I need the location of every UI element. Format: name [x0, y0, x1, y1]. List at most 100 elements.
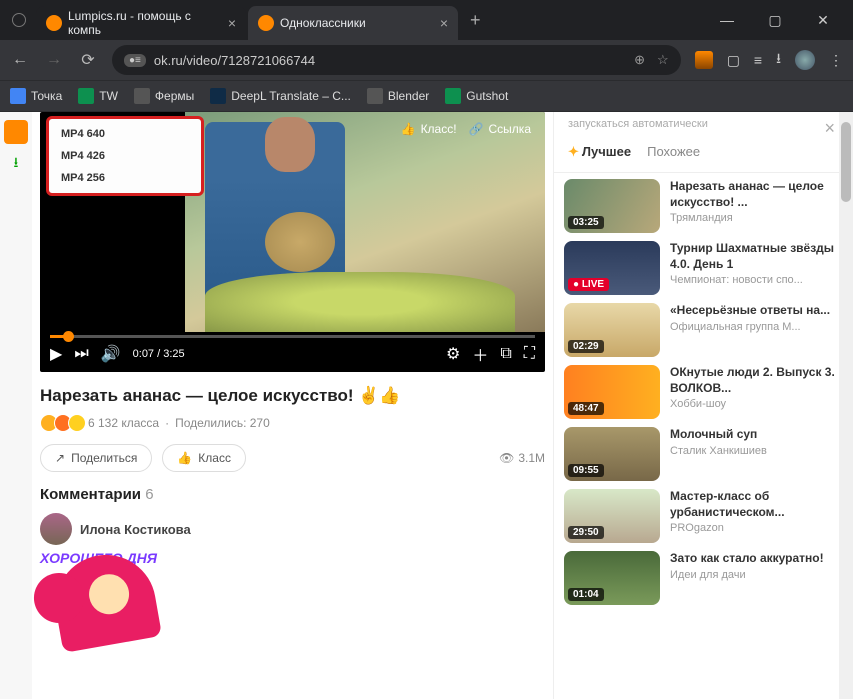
bookmark-item[interactable]: Blender	[367, 88, 429, 104]
tab-best[interactable]: ✦Лучшее	[568, 140, 631, 164]
duration-badge: 02:29	[568, 340, 604, 353]
recommendation-author: Хобби-шоу	[670, 398, 849, 410]
bookmark-item[interactable]: DeepL Translate – C...	[210, 88, 351, 104]
views-count: 👁 3.1M	[499, 451, 545, 465]
bookmark-star-icon[interactable]: ☆	[657, 52, 669, 68]
comments-header: Комментарии 6	[40, 486, 545, 503]
extension-fox-icon[interactable]	[695, 51, 713, 69]
recommendation-title: Зато как стало аккуратно!	[670, 551, 849, 567]
video-player[interactable]: 👍 Класс! 🔗 Ссылка MP4 640 MP4 426 MP4 25…	[40, 112, 545, 372]
tab-search-button[interactable]	[12, 13, 26, 27]
download-indicator-icon[interactable]: ⭳	[14, 152, 19, 176]
avatar[interactable]	[40, 513, 72, 545]
volume-button[interactable]: 🔊	[101, 344, 121, 364]
bookmark-item[interactable]: Точка	[10, 88, 62, 104]
recommendation-author: Идеи для дачи	[670, 569, 849, 581]
download-option[interactable]: MP4 640	[49, 123, 201, 145]
recommendation-title: Нарезать ананас — целое искусство! ...	[670, 179, 849, 210]
like-button[interactable]: 👍 Класс	[162, 444, 246, 472]
like-overlay-button[interactable]: 👍 Класс!	[401, 122, 457, 136]
bookmark-item[interactable]: Фермы	[134, 88, 194, 104]
downloads-icon[interactable]: ⭳	[776, 48, 781, 72]
browser-toolbar: ← → ⟳ ●≡ ok.ru/video/7128721066744 ⊕ ☆ ▢…	[0, 40, 853, 80]
recommendation-item[interactable]: 01:04 Зато как стало аккуратно! Идеи для…	[564, 551, 849, 605]
profile-avatar[interactable]	[795, 50, 815, 70]
minimize-button[interactable]: —	[713, 12, 741, 29]
close-icon[interactable]: ×	[440, 15, 448, 31]
bookmarks-bar: Точка TW Фермы DeepL Translate – C... Bl…	[0, 80, 853, 112]
video-frame	[185, 112, 545, 332]
recommendation-item[interactable]: 48:47 ОКнутые люди 2. Выпуск 3. ВОЛКОВ..…	[564, 365, 849, 419]
maximize-button[interactable]: ▢	[761, 12, 789, 29]
fullscreen-button[interactable]: ⛶	[524, 345, 535, 363]
tab-similar[interactable]: Похожее	[647, 140, 700, 164]
recommendation-author: Чемпионат: новости спо...	[670, 274, 849, 286]
extension-icon[interactable]: ≡	[754, 52, 762, 68]
close-window-button[interactable]: ✕	[809, 12, 837, 29]
thumbnail: 29:50	[564, 489, 660, 543]
recommendation-item[interactable]: 03:25 Нарезать ананас — целое искусство!…	[564, 179, 849, 233]
extension-icon[interactable]: ▢	[727, 52, 740, 69]
back-button[interactable]: ←	[10, 51, 30, 69]
play-button[interactable]: ▶	[50, 344, 62, 364]
next-button[interactable]: ⏭	[74, 345, 88, 363]
reload-button[interactable]: ⟳	[78, 50, 98, 70]
scrollbar[interactable]	[839, 112, 853, 699]
ok-logo[interactable]	[4, 120, 28, 144]
bookmark-item[interactable]: TW	[78, 88, 118, 104]
address-bar[interactable]: ●≡ ok.ru/video/7128721066744 ⊕ ☆	[112, 45, 681, 75]
recommendation-author: Трямландия	[670, 212, 849, 224]
comment-item: Илона Костикова	[40, 513, 545, 545]
thumbnail: 01:04	[564, 551, 660, 605]
settings-icon[interactable]: ⚙	[446, 344, 460, 364]
share-button[interactable]: ↗ Поделиться	[40, 444, 152, 472]
recommendations-sidebar: запускаться автоматически × ✦Лучшее Похо…	[553, 112, 853, 699]
reactions-icons[interactable]	[40, 414, 82, 432]
recommendation-item[interactable]: ● LIVE Турнир Шахматные звёзды 4.0. День…	[564, 241, 849, 295]
browser-tab[interactable]: Одноклассники ×	[248, 6, 458, 40]
pip-button[interactable]: ⧉	[500, 345, 511, 363]
commenter-name[interactable]: Илона Костикова	[80, 522, 191, 537]
close-icon[interactable]: ×	[228, 15, 236, 31]
download-option[interactable]: MP4 256	[49, 167, 201, 189]
download-option[interactable]: MP4 426	[49, 145, 201, 167]
thumbnail: ● LIVE	[564, 241, 660, 295]
tab-title: Lumpics.ru - помощь с компь	[68, 9, 222, 37]
sticker-image: ХОРОШЕГО ДНЯ	[40, 555, 545, 655]
bookmark-item[interactable]: Gutshot	[445, 88, 508, 104]
site-settings-icon[interactable]: ●≡	[124, 54, 146, 67]
search-icon[interactable]: ⊕	[634, 52, 645, 68]
tab-title: Одноклассники	[280, 16, 366, 30]
recommendation-author: PROgazon	[670, 522, 849, 534]
favicon	[258, 15, 274, 31]
recommendation-title: «Несерьёзные ответы на...	[670, 303, 849, 319]
duration-badge: 09:55	[568, 464, 604, 477]
recommendation-item[interactable]: 29:50 Мастер-класс об урбанистическом...…	[564, 489, 849, 543]
browser-tab[interactable]: Lumpics.ru - помощь с компь ×	[36, 6, 246, 40]
video-meta: 6 132 класса · Поделились: 270	[40, 414, 545, 432]
thumbnail: 09:55	[564, 427, 660, 481]
recommendation-item[interactable]: 09:55 Молочный суп Сталик Ханкишиев	[564, 427, 849, 481]
window-titlebar: Lumpics.ru - помощь с компь × Одноклассн…	[0, 0, 853, 40]
time-display: 0:07 / 3:25	[133, 348, 185, 360]
favicon	[46, 15, 62, 31]
recommendation-item[interactable]: 02:29 «Несерьёзные ответы на... Официаль…	[564, 303, 849, 357]
download-quality-menu: MP4 640 MP4 426 MP4 256	[46, 116, 204, 196]
close-sidebar-button[interactable]: ×	[824, 118, 835, 139]
new-tab-button[interactable]: +	[460, 10, 491, 31]
left-rail: ⭳	[0, 112, 32, 699]
forward-button[interactable]: →	[44, 51, 64, 69]
autoplay-hint: запускаться автоматически	[554, 112, 853, 132]
share-count: Поделились: 270	[175, 416, 270, 430]
recommendation-author: Сталик Ханкишиев	[670, 445, 849, 457]
thumbnail: 48:47	[564, 365, 660, 419]
recommendation-list: 03:25 Нарезать ананас — целое искусство!…	[554, 173, 853, 619]
recommendation-title: Мастер-класс об урбанистическом...	[670, 489, 849, 520]
duration-badge: 01:04	[568, 588, 604, 601]
recommendation-title: Турнир Шахматные звёзды 4.0. День 1	[670, 241, 849, 272]
recommendation-author: Официальная группа М...	[670, 321, 849, 333]
add-button[interactable]: ＋	[472, 342, 488, 366]
menu-icon[interactable]: ⋮	[829, 52, 843, 69]
link-overlay-button[interactable]: 🔗 Ссылка	[469, 122, 531, 136]
recommendation-title: ОКнутые люди 2. Выпуск 3. ВОЛКОВ...	[670, 365, 849, 396]
